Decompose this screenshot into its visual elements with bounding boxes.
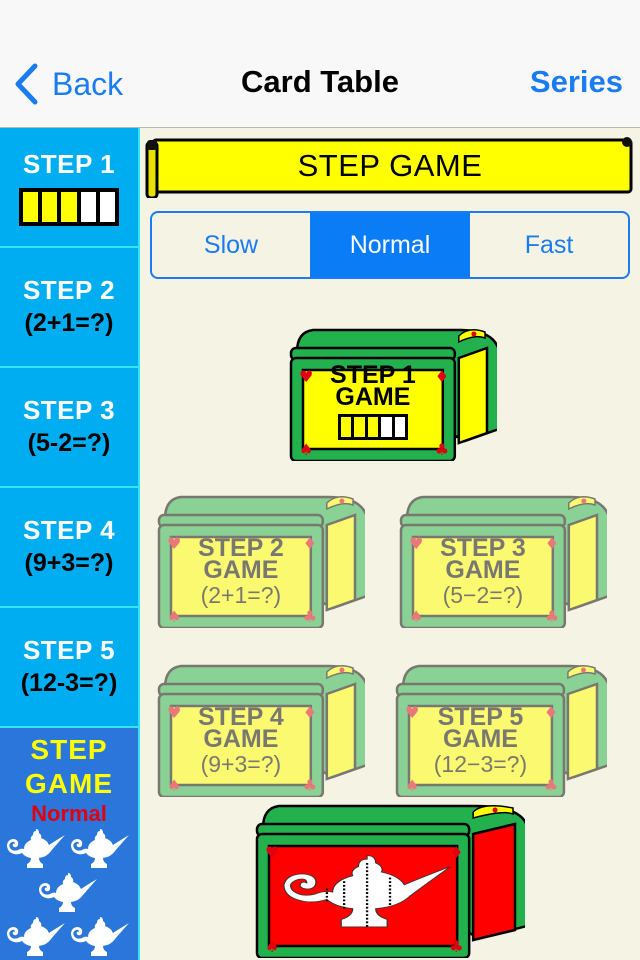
chest-equation-label: (12−3=?): [433, 751, 528, 777]
magic-lamp-icon: [283, 855, 451, 929]
chest-step-3-game[interactable]: ♥ ♦ ♠ ♣ STEP 3 GAME (5−2=?): [397, 493, 607, 628]
progress-segment: [381, 417, 392, 437]
sidebar-item-step-5[interactable]: STEP 5 (12-3=?): [0, 608, 138, 728]
speed-option-fast[interactable]: Fast: [470, 213, 628, 277]
series-button[interactable]: Series: [530, 64, 623, 100]
club-suit-icon: ♣: [303, 607, 317, 626]
chest-label: STEP 1 GAME: [303, 363, 443, 440]
chest-label: STEP 3 GAME (5−2=?): [413, 536, 553, 609]
spade-suit-icon: ♠: [265, 937, 279, 956]
sidebar-item-title: STEP 4: [22, 515, 116, 545]
chest-equation-label: (2+1=?): [200, 582, 282, 608]
progress-segment: [354, 417, 365, 437]
step-sidebar: STEP 1 STEP 2 (2+1=?) STEP 3 (5-2=?) STE…: [0, 128, 140, 960]
chest-step-game-final[interactable]: ♥ ♦ ♠ ♣: [253, 802, 525, 958]
speed-segmented-control: Slow Normal Fast: [150, 211, 630, 279]
sidebar-item-step-game[interactable]: STEP GAME Normal: [0, 728, 138, 960]
progress-segment: [23, 192, 39, 222]
spade-suit-icon: ♠: [167, 607, 181, 626]
sidebar-item-step-2[interactable]: STEP 2 (2+1=?): [0, 248, 138, 368]
chest-game-label: GAME: [203, 725, 279, 753]
spade-suit-icon: ♠: [299, 440, 313, 459]
magic-lamp-icon: [39, 873, 97, 912]
sidebar-item-title: STEP 5: [22, 635, 116, 665]
club-suit-icon: ♣: [544, 776, 558, 795]
club-suit-icon: ♣: [303, 776, 317, 795]
progress-segment: [394, 417, 405, 437]
spade-suit-icon: ♠: [167, 776, 181, 795]
sidebar-item-step-1[interactable]: STEP 1: [0, 128, 138, 248]
sidebar-item-equation: (9+3=?): [24, 549, 114, 577]
spade-suit-icon: ♠: [405, 776, 419, 795]
magic-lamp-icon: [7, 917, 65, 956]
sidebar-game-mode: Normal: [31, 801, 107, 826]
sidebar-item-equation: (2+1=?): [24, 309, 114, 337]
sidebar-game-line1: STEP: [30, 734, 108, 765]
sidebar-item-equation: (12-3=?): [20, 669, 118, 697]
chest-step-5-game[interactable]: ♥ ♦ ♠ ♣ STEP 5 GAME (12−3=?): [393, 662, 607, 797]
chest-step-1-game[interactable]: ♥ ♦ ♠ ♣ STEP 1 GAME: [287, 326, 497, 461]
chevron-left-icon: [15, 63, 38, 105]
heart-suit-icon: ♥: [265, 843, 279, 862]
sidebar-game-line2: GAME: [25, 768, 113, 799]
progress-segment: [61, 192, 77, 222]
club-suit-icon: ♣: [449, 937, 463, 956]
chest-game-label: GAME: [442, 725, 518, 753]
progress-segment: [42, 192, 58, 222]
chest-progress-bar: [337, 414, 408, 440]
progress-segment: [340, 417, 352, 437]
speed-option-slow[interactable]: Slow: [152, 213, 311, 277]
back-label: Back: [52, 65, 124, 102]
chest-label: STEP 2 GAME (2+1=?): [171, 536, 311, 609]
magic-lamp-icon: [7, 829, 65, 868]
back-button[interactable]: Back: [14, 62, 123, 106]
club-suit-icon: ♣: [435, 440, 449, 459]
chest-step-4-game[interactable]: ♥ ♦ ♠ ♣ STEP 4 GAME (9+3=?): [155, 662, 365, 797]
chest-label: STEP 5 GAME (12−3=?): [409, 705, 552, 778]
club-suit-icon: ♣: [545, 607, 559, 626]
sidebar-item-equation: (5-2=?): [27, 429, 111, 457]
chest-step-2-game[interactable]: ♥ ♦ ♠ ♣ STEP 2 GAME (2+1=?): [155, 493, 365, 628]
spade-suit-icon: ♠: [409, 607, 423, 626]
magic-lamp-icon: [71, 917, 129, 956]
sidebar-item-step-3[interactable]: STEP 3 (5-2=?): [0, 368, 138, 488]
lamp-group: [0, 827, 138, 960]
sidebar-item-title: STEP 2: [22, 275, 116, 305]
progress-segment: [80, 192, 96, 222]
chest-game-label: GAME: [203, 556, 279, 584]
chest-game-label: GAME: [445, 556, 521, 584]
progress-segment: [367, 417, 379, 437]
banner-title: STEP GAME: [297, 148, 483, 183]
progress-segment: [99, 192, 116, 222]
navigation-bar: Back Card Table Series: [0, 0, 640, 128]
sidebar-item-title: STEP 3: [22, 395, 116, 425]
speed-option-normal[interactable]: Normal: [311, 213, 470, 277]
chest-equation-label: (5−2=?): [442, 582, 524, 608]
chest-lamp-emblem: [281, 852, 453, 936]
sidebar-item-step-4[interactable]: STEP 4 (9+3=?): [0, 488, 138, 608]
sidebar-item-title: STEP 1: [22, 149, 116, 179]
step-progress-bar: [19, 188, 119, 226]
title-scroll-banner: STEP GAME: [145, 134, 635, 200]
chest-equation-label: (9+3=?): [200, 751, 282, 777]
chest-game-label: GAME: [335, 383, 411, 411]
chest-label: STEP 4 GAME (9+3=?): [171, 705, 311, 778]
magic-lamp-icon: [71, 829, 129, 868]
